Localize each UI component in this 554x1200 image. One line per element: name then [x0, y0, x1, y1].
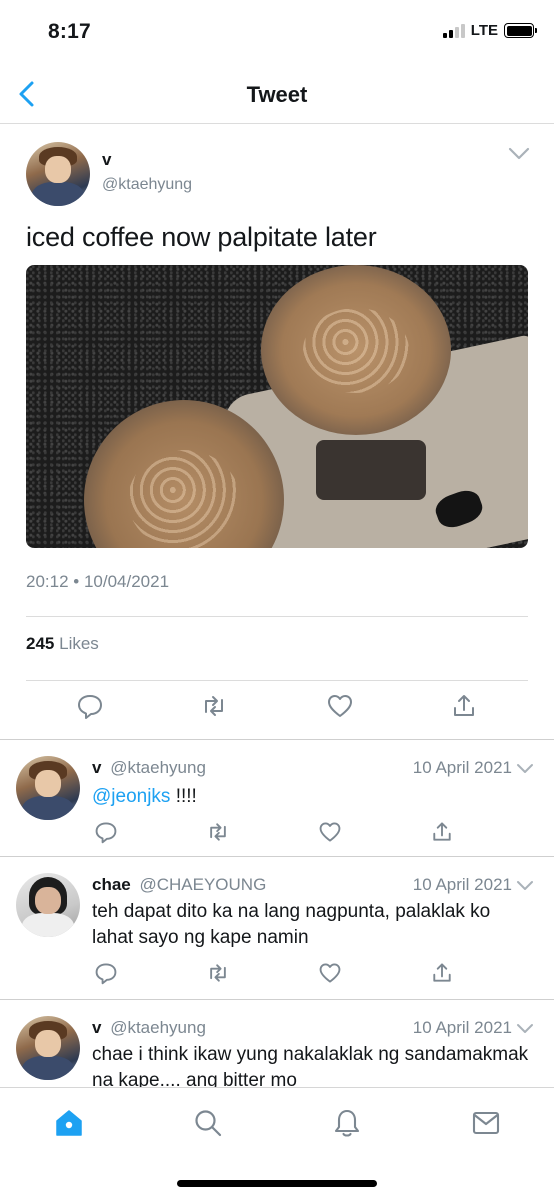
likes-count[interactable]: 245 Likes	[26, 634, 99, 654]
reply-header: chae @CHAEYOUNG	[92, 875, 266, 895]
mention-link[interactable]: @jeonjks	[92, 786, 170, 807]
tab-notifications[interactable]	[332, 1108, 362, 1138]
reply-header: v @ktaehyung	[92, 758, 206, 778]
likes-label: Likes	[59, 634, 99, 653]
reply-date: 10 April 2021	[412, 875, 512, 894]
tab-home[interactable]	[54, 1108, 84, 1138]
network-type: LTE	[470, 22, 498, 39]
chevron-down-icon[interactable]	[516, 762, 534, 776]
home-icon	[56, 1110, 82, 1136]
reply-item[interactable]: v @ktaehyung 10 April 2021 @jeonjks !!!!	[0, 740, 554, 856]
reply-author-name[interactable]: chae	[92, 875, 131, 894]
messages-icon	[472, 1111, 500, 1135]
share-icon	[433, 963, 451, 982]
retweet-icon	[210, 823, 226, 841]
chevron-down-icon[interactable]	[516, 879, 534, 893]
likes-number: 245	[26, 634, 55, 653]
reply-text-body: !!!!	[170, 786, 197, 807]
share-button[interactable]	[430, 961, 454, 985]
tweet-actions	[0, 692, 554, 726]
reply-button[interactable]	[94, 820, 118, 844]
reply-actions	[0, 961, 554, 989]
like-button[interactable]	[318, 820, 342, 844]
chevron-down-icon[interactable]	[516, 1022, 534, 1036]
divider	[26, 616, 528, 617]
share-button[interactable]	[430, 820, 454, 844]
reply-button[interactable]	[76, 692, 104, 720]
status-indicators: LTE	[442, 22, 537, 39]
reply-text: teh dapat dito ka na lang nagpunta, pala…	[92, 901, 491, 948]
reply-author-name[interactable]: v	[92, 1018, 101, 1037]
share-button[interactable]	[450, 692, 478, 720]
avatar[interactable]	[26, 142, 90, 206]
reply-button[interactable]	[94, 961, 118, 985]
chevron-down-icon[interactable]	[508, 146, 530, 162]
divider	[26, 680, 528, 681]
tweet-timestamp: 20:12 • 10/04/2021	[26, 572, 170, 591]
retweet-icon	[205, 696, 223, 716]
avatar[interactable]	[16, 756, 80, 820]
nav-bar: Tweet	[0, 64, 554, 124]
cup-holder	[316, 440, 426, 500]
status-time: 8:17	[48, 20, 91, 43]
like-icon	[319, 822, 341, 842]
author-handle[interactable]: @ktaehyung	[102, 176, 192, 194]
signal-icon	[442, 23, 465, 38]
tab-messages[interactable]	[471, 1108, 501, 1138]
page-title: Tweet	[246, 82, 308, 107]
reply-icon	[95, 963, 117, 985]
search-icon	[195, 1110, 222, 1137]
reply-author-handle[interactable]: @CHAEYOUNG	[139, 875, 266, 894]
like-icon	[328, 695, 352, 717]
retweet-button[interactable]	[206, 961, 230, 985]
reply-date: 10 April 2021	[412, 758, 512, 777]
like-icon	[319, 963, 341, 983]
tab-search[interactable]	[193, 1108, 223, 1138]
reply-text: @jeonjks !!!!	[92, 784, 532, 810]
home-indicator[interactable]	[177, 1180, 377, 1187]
reply-author-handle[interactable]: @ktaehyung	[110, 758, 206, 777]
avatar[interactable]	[16, 873, 80, 937]
reply-author-name[interactable]: v	[92, 758, 101, 777]
reply-text: chae i think ikaw yung nakalaklak ng san…	[92, 1044, 529, 1087]
reply-item[interactable]: chae @CHAEYOUNG 10 April 2021 teh dapat …	[0, 857, 554, 999]
reply-actions	[0, 820, 554, 848]
tweet-text: iced coffee now palpitate later	[26, 222, 377, 252]
reply-author-handle[interactable]: @ktaehyung	[110, 1018, 206, 1037]
author-name[interactable]: v	[102, 150, 111, 170]
reply-icon	[78, 695, 102, 719]
battery-icon	[504, 23, 537, 38]
retweet-icon	[210, 964, 226, 982]
retweet-button[interactable]	[200, 692, 228, 720]
share-icon	[433, 822, 451, 841]
reply-icon	[95, 822, 117, 844]
status-bar: 8:17 LTE	[0, 0, 554, 64]
reply-header: v @ktaehyung	[92, 1018, 206, 1038]
share-icon	[454, 695, 474, 716]
retweet-button[interactable]	[206, 820, 230, 844]
reply-item[interactable]: v @ktaehyung 10 April 2021 chae i think …	[0, 1000, 554, 1087]
like-button[interactable]	[326, 692, 354, 720]
reply-date: 10 April 2021	[412, 1018, 512, 1037]
iced-coffee-cup	[261, 265, 451, 435]
notifications-icon	[334, 1109, 360, 1137]
tweet-image[interactable]	[26, 265, 528, 548]
like-button[interactable]	[318, 961, 342, 985]
avatar[interactable]	[16, 1016, 80, 1080]
